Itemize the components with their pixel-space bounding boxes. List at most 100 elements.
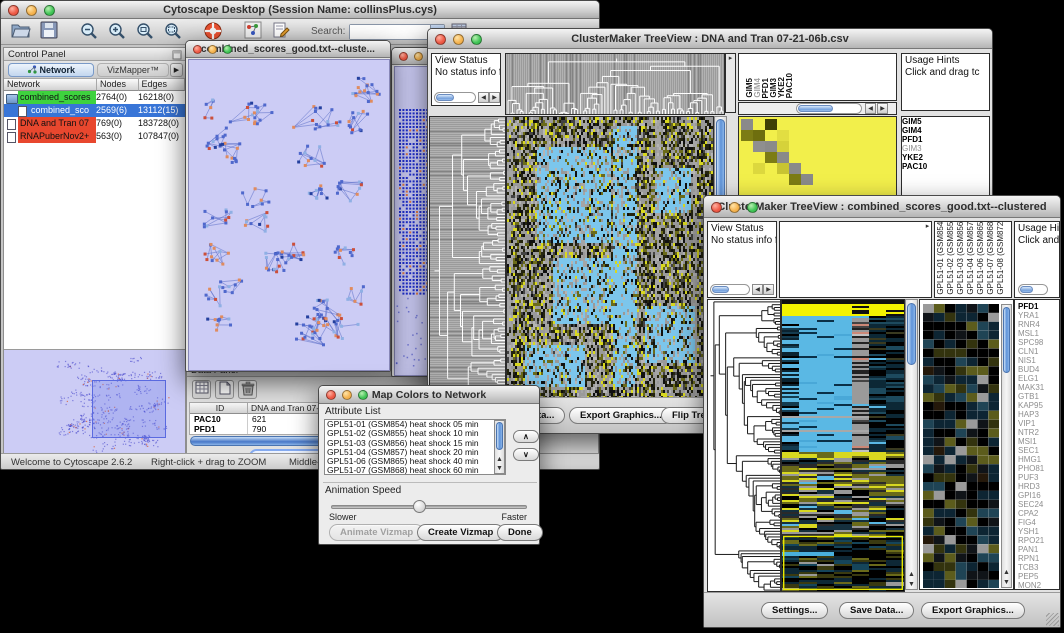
trash-icon[interactable] (238, 380, 257, 399)
gene-label[interactable]: BUD4 (1018, 365, 1044, 374)
hints-scrollbar[interactable] (1018, 284, 1048, 295)
scroll-up-arrow[interactable]: ▲ (906, 570, 917, 579)
scroll-up-arrow[interactable]: ▲ (494, 455, 505, 464)
scroll-left-button[interactable]: ◀ (752, 284, 763, 295)
gene-label[interactable]: YKE2 (902, 153, 989, 162)
scroll-down-arrow[interactable]: ▼ (1001, 578, 1012, 587)
column-label[interactable]: GPL51-02 (GSM855) (947, 221, 955, 295)
column-label[interactable]: GPL51-03 (GSM856) (957, 221, 965, 295)
gene-label[interactable]: PFD1 (902, 135, 989, 144)
gene-label[interactable]: PAC10 (902, 162, 989, 171)
settings-button[interactable]: Settings... (761, 602, 828, 619)
save-data-button[interactable]: Save Data... (839, 602, 914, 619)
column-header-network[interactable]: Network (4, 79, 97, 91)
column-label[interactable]: GPL51-01 (GSM854) (937, 221, 945, 295)
network-list-row[interactable]: DNA and Tran 07769(0)183728(0) (4, 117, 185, 130)
scroll-up-arrow[interactable]: ▲ (1001, 568, 1012, 577)
attribute-listbox[interactable]: GPL51-01 (GSM854) heat shock 05 minGPL51… (324, 419, 506, 475)
minimize-button[interactable] (208, 45, 217, 54)
column-label[interactable]: PAC10 (786, 73, 794, 98)
close-button[interactable] (193, 45, 202, 54)
gene-label[interactable]: PEP5 (1018, 572, 1044, 581)
table-icon[interactable] (192, 380, 211, 399)
create-vizmap-button[interactable]: Create Vizmap (417, 524, 504, 541)
gene-label[interactable]: SEC24 (1018, 500, 1044, 509)
scroll-down-arrow[interactable]: ▼ (906, 580, 917, 589)
gene-label[interactable]: GPI16 (1018, 491, 1044, 500)
resize-grip[interactable] (1046, 613, 1059, 626)
done-button[interactable]: Done (497, 524, 543, 541)
gene-label[interactable]: FIG4 (1018, 518, 1044, 527)
minimize-button[interactable] (453, 34, 464, 45)
gene-label[interactable]: PUF3 (1018, 473, 1044, 482)
heatmap-vscrollbar[interactable]: ▲ ▼ (905, 299, 918, 590)
close-button[interactable] (8, 5, 19, 16)
network-list-row[interactable]: RNAPuberNov2+563(0)107847(0) (4, 130, 185, 143)
scroll-right-button[interactable]: ▶ (489, 92, 500, 103)
gene-label[interactable]: PFD1 (1018, 302, 1044, 311)
gene-label[interactable]: MAK31 (1018, 383, 1044, 392)
zoom-out-icon[interactable] (77, 21, 101, 43)
column-label[interactable]: GPL51-07 (GSM868) (987, 221, 995, 295)
minimize-button[interactable] (26, 5, 37, 16)
gene-label[interactable]: YRA1 (1018, 311, 1044, 320)
splitter[interactable]: ▸ (725, 53, 736, 113)
gene-label[interactable]: RPN1 (1018, 554, 1044, 563)
minimize-button[interactable] (414, 52, 423, 61)
zoom-in-icon[interactable] (105, 21, 129, 43)
zoom-heatmap-canvas[interactable] (923, 304, 999, 588)
gene-label[interactable]: CPA2 (1018, 509, 1044, 518)
attribute-list-item[interactable]: GPL51-04 (GSM857) heat shock 20 min (325, 448, 505, 457)
gene-label[interactable]: SEC1 (1018, 446, 1044, 455)
gene-label[interactable]: NTR2 (1018, 428, 1044, 437)
network-list-row[interactable]: combined_sco2569(6)13112(15) (4, 104, 185, 117)
column-label[interactable]: GPL51-08 (GSM872) (997, 221, 1005, 295)
zoom-fit-icon[interactable] (161, 21, 185, 43)
gene-label[interactable]: HRD3 (1018, 482, 1044, 491)
search-input[interactable] (350, 25, 430, 39)
gene-label[interactable]: RNR4 (1018, 320, 1044, 329)
zoom-button[interactable] (358, 390, 368, 400)
minimize-button[interactable] (342, 390, 352, 400)
row-dendrogram-canvas[interactable] (429, 116, 506, 401)
gene-label[interactable]: GTB1 (1018, 392, 1044, 401)
attribute-list-item[interactable]: GPL51-01 (GSM854) heat shock 05 min (325, 420, 505, 429)
column-header-nodes[interactable]: Nodes (97, 79, 139, 91)
float-panel-icon[interactable] (172, 50, 182, 60)
close-button[interactable] (711, 202, 722, 213)
zoom-button[interactable] (223, 45, 232, 54)
zoom-heatmap-canvas[interactable] (739, 117, 896, 200)
gene-label[interactable]: NIS1 (1018, 356, 1044, 365)
status-scrollbar[interactable] (710, 284, 750, 295)
column-label[interactable]: GPL51-04 (GSM857) (967, 221, 975, 295)
gene-label[interactable]: GIM3 (902, 144, 989, 153)
gene-label[interactable]: SPC98 (1018, 338, 1044, 347)
gene-label[interactable]: MSL1 (1018, 329, 1044, 338)
gene-label[interactable]: VIP1 (1018, 419, 1044, 428)
open-folder-icon[interactable] (9, 21, 33, 43)
animation-speed-slider-thumb[interactable] (413, 500, 426, 513)
tab-network[interactable]: Network (8, 63, 94, 77)
gene-label[interactable]: PHO81 (1018, 464, 1044, 473)
move-up-button[interactable]: ∧ (513, 430, 539, 443)
export-graphics-button[interactable]: Export Graphics... (569, 407, 673, 424)
gene-label[interactable]: PAN1 (1018, 545, 1044, 554)
network-list-row[interactable]: combined_scores2764(0)16218(0) (4, 91, 185, 104)
network-canvas-1[interactable] (188, 59, 390, 371)
gene-label[interactable]: GIM5 (902, 117, 989, 126)
row-dendrogram-canvas[interactable] (707, 299, 781, 592)
minimize-button[interactable] (729, 202, 740, 213)
scroll-right-button[interactable]: ▶ (763, 284, 774, 295)
new-doc-icon[interactable] (215, 380, 234, 399)
gene-label[interactable]: GIM4 (902, 126, 989, 135)
scroll-left-button[interactable]: ◀ (865, 103, 876, 114)
attribute-list-item[interactable]: GPL51-02 (GSM855) heat shock 10 min (325, 429, 505, 438)
column-scrollbar[interactable] (796, 103, 862, 114)
status-scrollbar[interactable] (434, 92, 476, 103)
tab-vizmapper[interactable]: VizMapper™ (97, 63, 169, 77)
attribute-list-item[interactable]: GPL51-06 (GSM865) heat shock 40 min (325, 457, 505, 466)
scroll-down-arrow[interactable]: ▼ (494, 464, 505, 473)
attribute-list-item[interactable]: GPL51-07 (GSM868) heat shock 60 min (325, 466, 505, 475)
close-button[interactable] (435, 34, 446, 45)
main-titlebar[interactable]: Cytoscape Desktop (Session Name: collins… (1, 1, 599, 19)
